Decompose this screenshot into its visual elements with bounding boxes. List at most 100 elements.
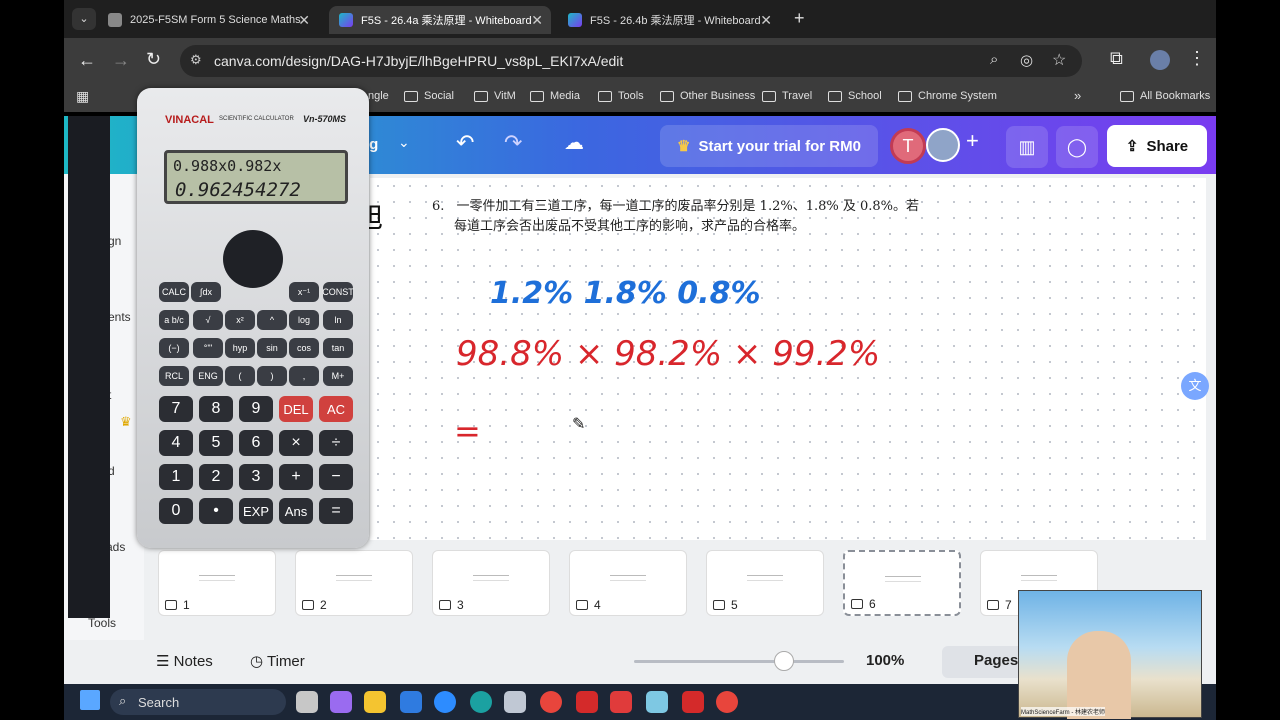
calc-key[interactable]: hyp — [225, 338, 255, 358]
more-bookmarks-icon[interactable]: » — [1074, 88, 1081, 103]
sidebar-label[interactable]: gn — [108, 234, 121, 248]
bookmark-item[interactable]: ngle — [368, 90, 389, 102]
close-tab-icon[interactable]: ✕ — [531, 12, 543, 29]
bookmark-folder[interactable]: Chrome System — [898, 90, 997, 102]
bookmark-folder[interactable]: VitM — [474, 90, 516, 102]
bookmark-folder[interactable]: Other Business — [660, 90, 755, 102]
calc-digit-key[interactable]: 4 — [159, 430, 193, 456]
browser-tab-2[interactable]: F5S - 26.4a 乘法原理 - Whiteboard ✕ — [329, 6, 551, 34]
calc-digit-key[interactable]: 0 — [159, 498, 193, 524]
calc-digit-key[interactable]: 3 — [239, 464, 273, 490]
undo-icon[interactable]: ↶ — [456, 130, 474, 156]
calc-key[interactable]: CALC — [159, 282, 189, 302]
page-thumbnail-4[interactable]: 4 — [569, 550, 687, 616]
insights-icon[interactable]: ▥ — [1006, 126, 1048, 168]
eye-off-icon[interactable]: ◎ — [1020, 51, 1033, 69]
calc-key[interactable]: ENG — [193, 366, 223, 386]
tab-search-icon[interactable]: ⌄ — [72, 8, 96, 30]
calc-key[interactable]: x² — [225, 310, 255, 330]
bookmark-folder[interactable]: All Bookmarks — [1120, 90, 1210, 102]
chevron-down-icon[interactable]: ⌄ — [398, 134, 410, 151]
profile-avatar[interactable] — [1150, 50, 1170, 70]
task-view-icon[interactable] — [296, 691, 318, 713]
address-bar[interactable]: ⚙ canva.com/design/DAG-H7JbyjE/lhBgeHPRU… — [180, 45, 1082, 77]
calc-key[interactable]: ∫dx — [191, 282, 221, 302]
user-avatar[interactable] — [926, 128, 960, 162]
new-tab-icon[interactable]: + — [794, 8, 805, 29]
copilot-icon[interactable] — [330, 691, 352, 713]
windows-start-icon[interactable] — [80, 690, 100, 710]
bookmark-folder[interactable]: Media — [530, 90, 580, 102]
close-tab-icon[interactable]: ✕ — [298, 12, 310, 29]
calc-key[interactable]: ( — [225, 366, 255, 386]
app-l-icon[interactable] — [610, 691, 632, 713]
chrome-profile-icon[interactable] — [716, 691, 738, 713]
calc-del-key[interactable]: DEL — [279, 396, 313, 422]
zoom-icon[interactable]: ⌕ — [990, 51, 998, 68]
calc-divide-key[interactable]: ÷ — [319, 430, 353, 456]
edge-icon[interactable] — [470, 691, 492, 713]
calc-digit-key[interactable]: 6 — [239, 430, 273, 456]
menu-icon[interactable]: ⋮ — [1188, 48, 1206, 69]
calc-key[interactable]: ln — [323, 310, 353, 330]
bookmark-star-icon[interactable]: ☆ — [1052, 50, 1066, 70]
wps-icon[interactable] — [576, 691, 598, 713]
calc-plus-key[interactable]: + — [279, 464, 313, 490]
calc-key[interactable]: sin — [257, 338, 287, 358]
close-tab-icon[interactable]: ✕ — [760, 12, 772, 29]
calc-key[interactable]: RCL — [159, 366, 189, 386]
collaborator-avatar[interactable]: T — [890, 128, 926, 164]
sidebar-label[interactable]: Tools — [88, 616, 116, 630]
calc-key[interactable]: tan — [323, 338, 353, 358]
translate-icon[interactable]: 文 — [1181, 372, 1209, 400]
calc-key[interactable]: cos — [289, 338, 319, 358]
redo-icon[interactable]: ↷ — [504, 130, 522, 156]
calc-digit-key[interactable]: 2 — [199, 464, 233, 490]
zoom-app-icon[interactable] — [434, 691, 456, 713]
chrome-icon[interactable] — [540, 691, 562, 713]
page-thumbnail-2[interactable]: 2 — [295, 550, 413, 616]
calc-digit-key[interactable]: 8 — [199, 396, 233, 422]
zoom-level[interactable]: 100% — [866, 652, 904, 669]
wps-writer-icon[interactable] — [682, 691, 704, 713]
notes-app-icon[interactable] — [646, 691, 668, 713]
calc-ans-key[interactable]: Ans — [279, 498, 313, 524]
calc-digit-key[interactable]: 5 — [199, 430, 233, 456]
reload-icon[interactable]: ↻ — [146, 49, 161, 70]
sidebar-label[interactable]: ents — [108, 310, 131, 324]
notepad-icon[interactable] — [504, 691, 526, 713]
browser-tab-3[interactable]: F5S - 26.4b 乘法原理 - Whiteboard ✕ — [558, 6, 780, 34]
calc-key[interactable]: °'" — [193, 338, 223, 358]
file-explorer-icon[interactable] — [364, 691, 386, 713]
calc-key[interactable]: x⁻¹ — [289, 282, 319, 302]
outlook-icon[interactable] — [400, 691, 422, 713]
page-thumbnail-5[interactable]: 5 — [706, 550, 824, 616]
calc-minus-key[interactable]: − — [319, 464, 353, 490]
taskbar-search[interactable]: ⌕ Search — [110, 689, 286, 715]
add-people-icon[interactable]: + — [966, 128, 979, 154]
zoom-slider-handle[interactable] — [774, 651, 794, 671]
calc-digit-key[interactable]: 1 — [159, 464, 193, 490]
calc-key[interactable]: ) — [257, 366, 287, 386]
calc-digit-key[interactable]: 7 — [159, 396, 193, 422]
browser-tab-1[interactable]: 2025-F5SM Form 5 Science Maths ✕ — [98, 6, 318, 34]
start-trial-button[interactable]: ♛ Start your trial for RM0 — [660, 125, 878, 167]
bookmark-folder[interactable]: Tools — [598, 90, 644, 102]
bookmark-folder[interactable]: School — [828, 90, 882, 102]
bookmark-folder[interactable]: Travel — [762, 90, 812, 102]
calc-decimal-key[interactable]: • — [199, 498, 233, 524]
zoom-slider-track[interactable] — [634, 660, 844, 663]
calc-multiply-key[interactable]: × — [279, 430, 313, 456]
calc-key[interactable]: log — [289, 310, 319, 330]
calc-key[interactable]: CONST — [322, 282, 354, 302]
replay-pad[interactable] — [223, 230, 283, 288]
calc-key[interactable]: ^ — [257, 310, 287, 330]
forward-icon[interactable]: → — [112, 50, 130, 71]
page-thumbnail-3[interactable]: 3 — [432, 550, 550, 616]
page-thumbnail-6[interactable]: 6 — [843, 550, 961, 616]
calc-key[interactable]: (−) — [159, 338, 189, 358]
calc-equals-key[interactable]: = — [319, 498, 353, 524]
notes-button[interactable]: ☰ Notes — [156, 652, 213, 670]
calc-ac-key[interactable]: AC — [319, 396, 353, 422]
bookmark-folder[interactable]: Social — [404, 90, 454, 102]
